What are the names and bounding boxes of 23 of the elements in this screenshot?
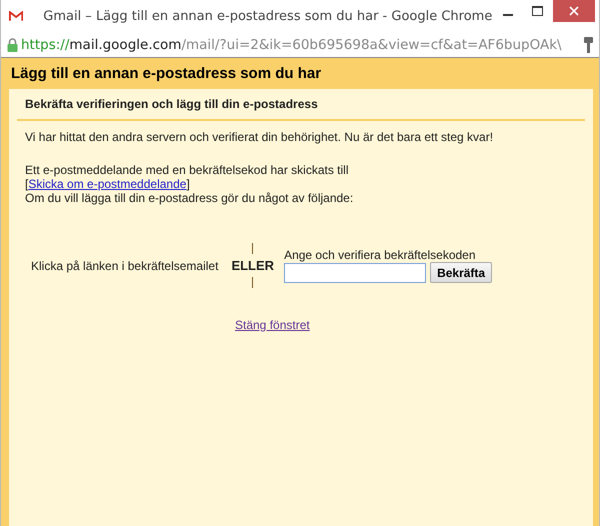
close-icon xyxy=(569,6,580,16)
key-icon[interactable] xyxy=(584,36,593,52)
code-input-field[interactable] xyxy=(284,262,426,282)
confirm-button[interactable]: Bekräfta xyxy=(430,262,492,283)
close-window-link[interactable]: Stäng fönstret xyxy=(235,318,310,332)
address-field[interactable]: https://mail.google.com/mail/?ui=2&ik=60b695698a&view=cf&at=AF6bupOAk\ xyxy=(21,36,581,52)
bracket-text: ] xyxy=(186,177,190,191)
code-label: Ange och verifiera bekräftelsekoden xyxy=(284,248,477,262)
section-heading: Bekräfta verifieringen och lägg till din e-postadress xyxy=(17,89,585,121)
bracket-text: [ xyxy=(25,177,28,191)
maximize-icon xyxy=(532,6,544,16)
intro-text: Vi har hittat den andra servern och verifierat din behörighet. Nu är det bara ett steg kvar! xyxy=(24,130,494,144)
minimize-icon xyxy=(502,14,513,16)
window-title: Gmail – Lägg till en annan e-postadress som du har - Google Chrome xyxy=(43,8,492,24)
close-button[interactable] xyxy=(553,0,595,22)
resend-link[interactable]: Skicka om e-postmeddelande xyxy=(28,177,186,191)
sent-text: Ett e-postmeddelande med en bekräftelsekod har skickats till xyxy=(24,163,350,177)
lock-icon xyxy=(7,38,18,52)
mail-logo-icon xyxy=(9,10,24,22)
instruction-text: Om du vill lägga till din e-postadress gör du något av följande: xyxy=(24,191,354,205)
option-text: Klicka på länken i bekräftelsemailet xyxy=(31,258,218,272)
separator-text: ELLER xyxy=(231,258,274,273)
dialog-title: Lägg till en annan e-postadress som du har xyxy=(10,64,322,84)
